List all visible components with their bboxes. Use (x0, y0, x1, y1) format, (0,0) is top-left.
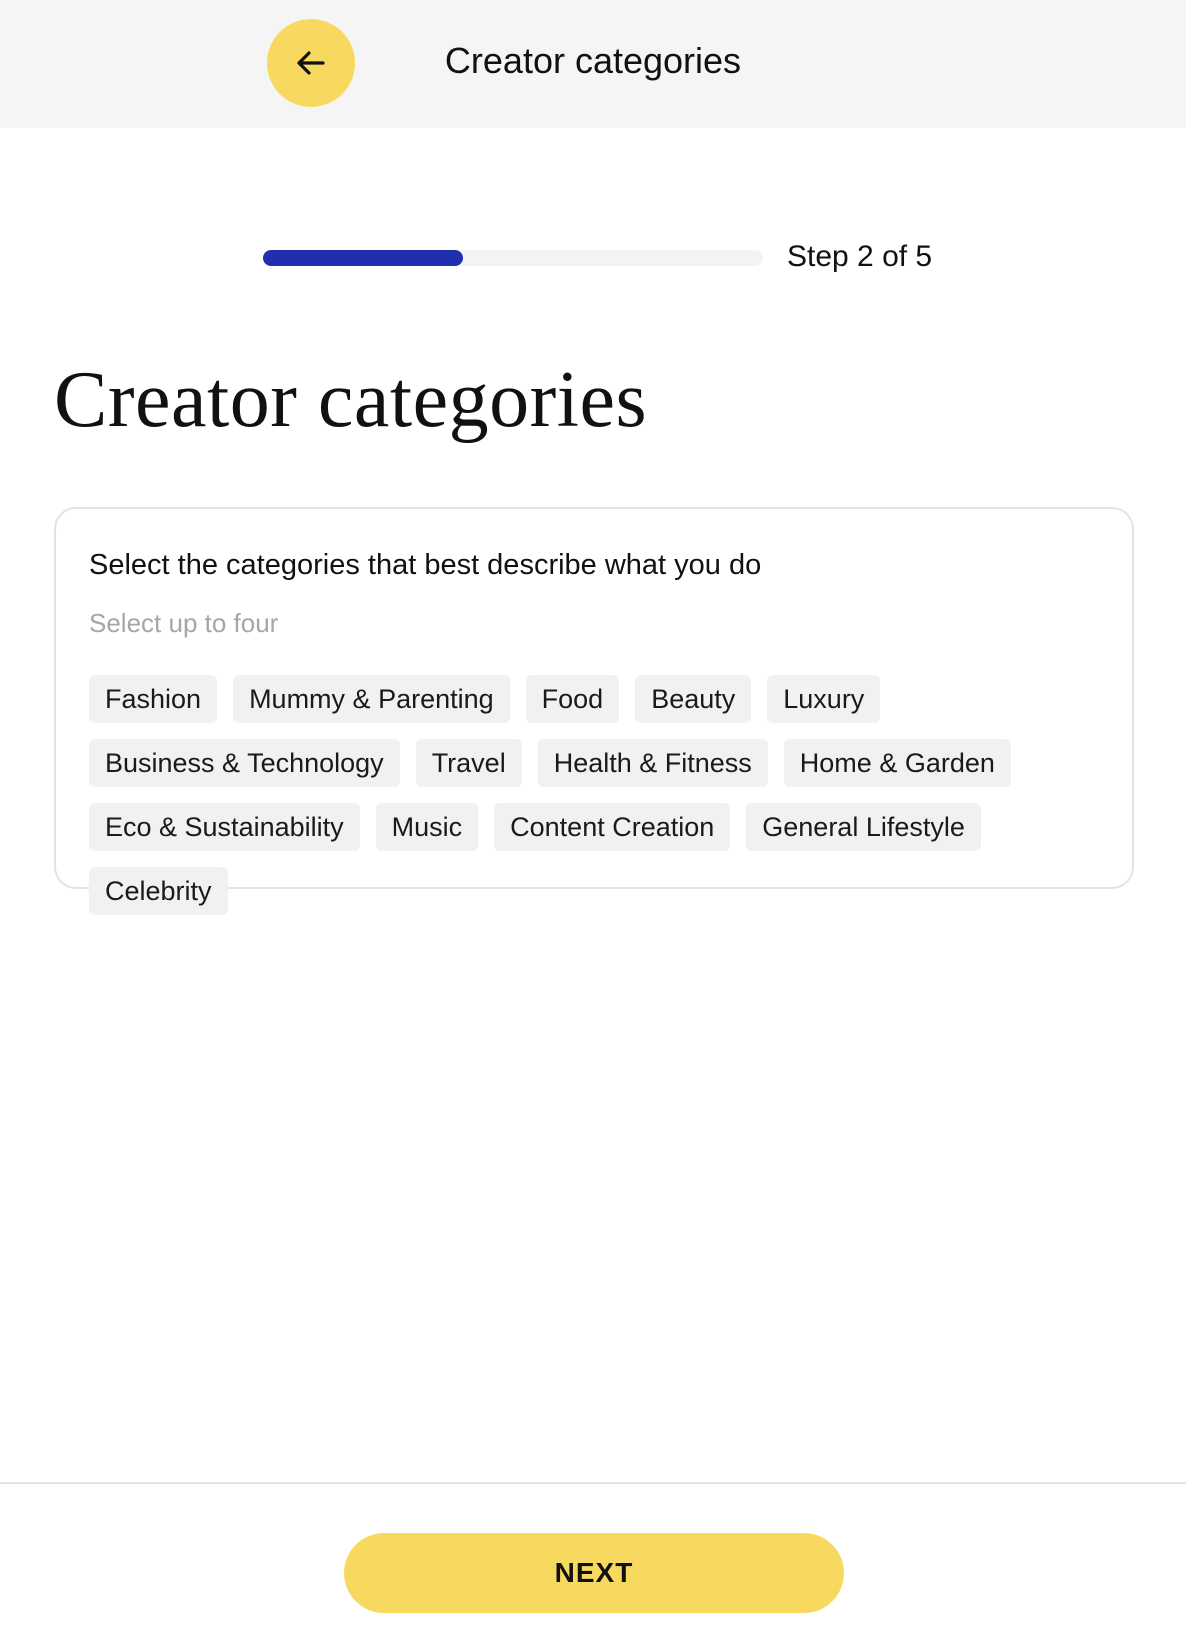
category-chip-general-lifestyle[interactable]: General Lifestyle (746, 803, 981, 851)
category-chip-business-technology[interactable]: Business & Technology (89, 739, 400, 787)
category-chip-fashion[interactable]: Fashion (89, 675, 218, 723)
category-chip-health-fitness[interactable]: Health & Fitness (537, 739, 768, 787)
step-indicator: Step 2 of 5 (787, 240, 933, 273)
category-chip-food[interactable]: Food (525, 675, 620, 723)
footer-divider (0, 1482, 1186, 1484)
next-button[interactable]: NEXT (344, 1533, 844, 1613)
category-chip-luxury[interactable]: Luxury (767, 675, 881, 723)
progress-bar (263, 250, 763, 266)
category-chip-celebrity[interactable]: Celebrity (89, 867, 228, 915)
category-chip-music[interactable]: Music (375, 803, 479, 851)
page-title: Creator categories (54, 356, 648, 444)
top-bar: Creator categories (0, 0, 1186, 128)
categories-heading: Select the categories that best describe… (89, 549, 762, 581)
header-title: Creator categories (444, 40, 742, 81)
category-chip-eco-sustainability[interactable]: Eco & Sustainability (89, 803, 360, 851)
category-chip-home-garden[interactable]: Home & Garden (783, 739, 1011, 787)
category-chip-travel[interactable]: Travel (415, 739, 522, 787)
categories-subtext: Select up to four (89, 608, 279, 638)
category-chip-beauty[interactable]: Beauty (635, 675, 752, 723)
categories-card: Select the categories that best describe… (54, 507, 1134, 915)
category-chip-mummy-parenting[interactable]: Mummy & Parenting (233, 675, 510, 723)
progress-bar-fill (263, 250, 463, 266)
category-chip-content-creation[interactable]: Content Creation (494, 803, 731, 851)
category-chip-list: Fashion Mummy & Parenting Food Beauty Lu… (89, 675, 1099, 915)
